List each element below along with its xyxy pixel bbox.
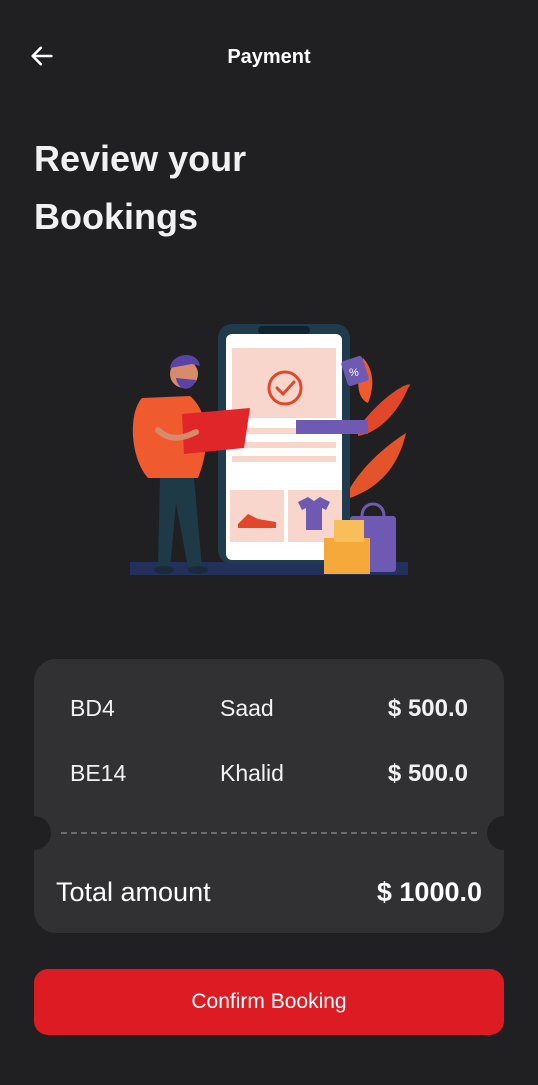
bag-handle — [360, 502, 386, 517]
booking-code: BD4 — [70, 695, 115, 721]
total-value: $ 1000.0 — [376, 877, 482, 907]
person-legs — [158, 478, 202, 568]
dashed-divider — [61, 832, 477, 834]
total-row: Total amount $ 1000.0 — [56, 877, 482, 917]
discount-symbol: % — [349, 367, 359, 379]
product-tile — [230, 490, 284, 542]
confirm-booking-button[interactable]: Confirm Booking — [34, 969, 504, 1035]
booking-row: BE14 Khalid $ 500.0 — [70, 760, 468, 792]
total-label: Total amount — [56, 877, 211, 907]
screen-line — [232, 442, 336, 448]
bookings-summary-card: BD4 Saad $ 500.0 BE14 Khalid $ 500.0 Tot… — [17, 659, 521, 933]
screen-card — [232, 348, 336, 418]
page-title: Payment — [227, 46, 311, 68]
booking-row: BD4 Saad $ 500.0 — [70, 695, 468, 727]
screen-line — [232, 456, 336, 462]
booking-amount: $ 500.0 — [387, 760, 468, 787]
booking-name: Saad — [220, 695, 274, 721]
person-shoe — [154, 566, 174, 574]
booking-name: Khalid — [220, 760, 284, 786]
payment-screen: Payment Review your Bookings % BD4 Saad … — [0, 0, 538, 1085]
headline-line-1: Review your — [34, 138, 247, 179]
phone-notch — [258, 326, 310, 334]
headline-line-2: Bookings — [34, 196, 199, 237]
review-headline: Review your Bookings — [34, 130, 334, 246]
box-shape — [334, 520, 364, 542]
leaf-shape — [350, 433, 406, 498]
person-shoe — [188, 566, 208, 574]
purple-banner — [296, 420, 368, 434]
booking-code: BE14 — [70, 760, 127, 786]
ticket-notch-left — [17, 816, 51, 850]
booking-amount: $ 500.0 — [387, 695, 468, 722]
ticket-notch-right — [487, 816, 521, 850]
online-shopping-illustration: % — [118, 318, 418, 580]
box-shape — [324, 538, 370, 574]
app-bar: Payment — [0, 0, 538, 112]
